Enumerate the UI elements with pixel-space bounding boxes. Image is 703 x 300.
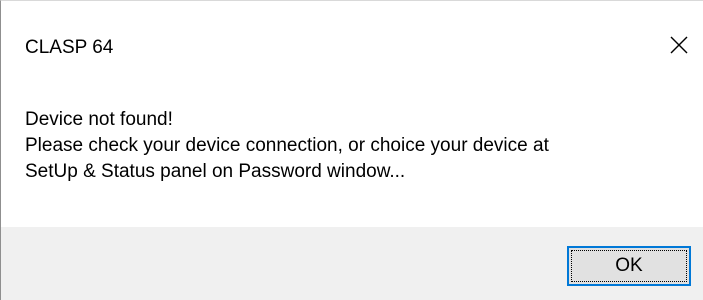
message-line: Device not found!	[25, 109, 173, 130]
ok-button[interactable]: OK	[567, 246, 691, 286]
title-bar: CLASP 64	[1, 1, 703, 79]
ok-button-label: OK	[615, 255, 643, 276]
message-text: Device not found! Please check your devi…	[25, 107, 695, 185]
button-bar: OK	[1, 227, 703, 300]
close-button[interactable]	[659, 25, 699, 65]
close-icon	[670, 36, 688, 54]
message-line: Please check your device connection, or …	[25, 135, 549, 156]
message-dialog: CLASP 64 Device not found! Please check …	[0, 0, 703, 300]
dialog-title: CLASP 64	[25, 37, 114, 58]
message-line: SetUp & Status panel on Password window.…	[25, 161, 406, 182]
dialog-content: Device not found! Please check your devi…	[1, 79, 703, 227]
